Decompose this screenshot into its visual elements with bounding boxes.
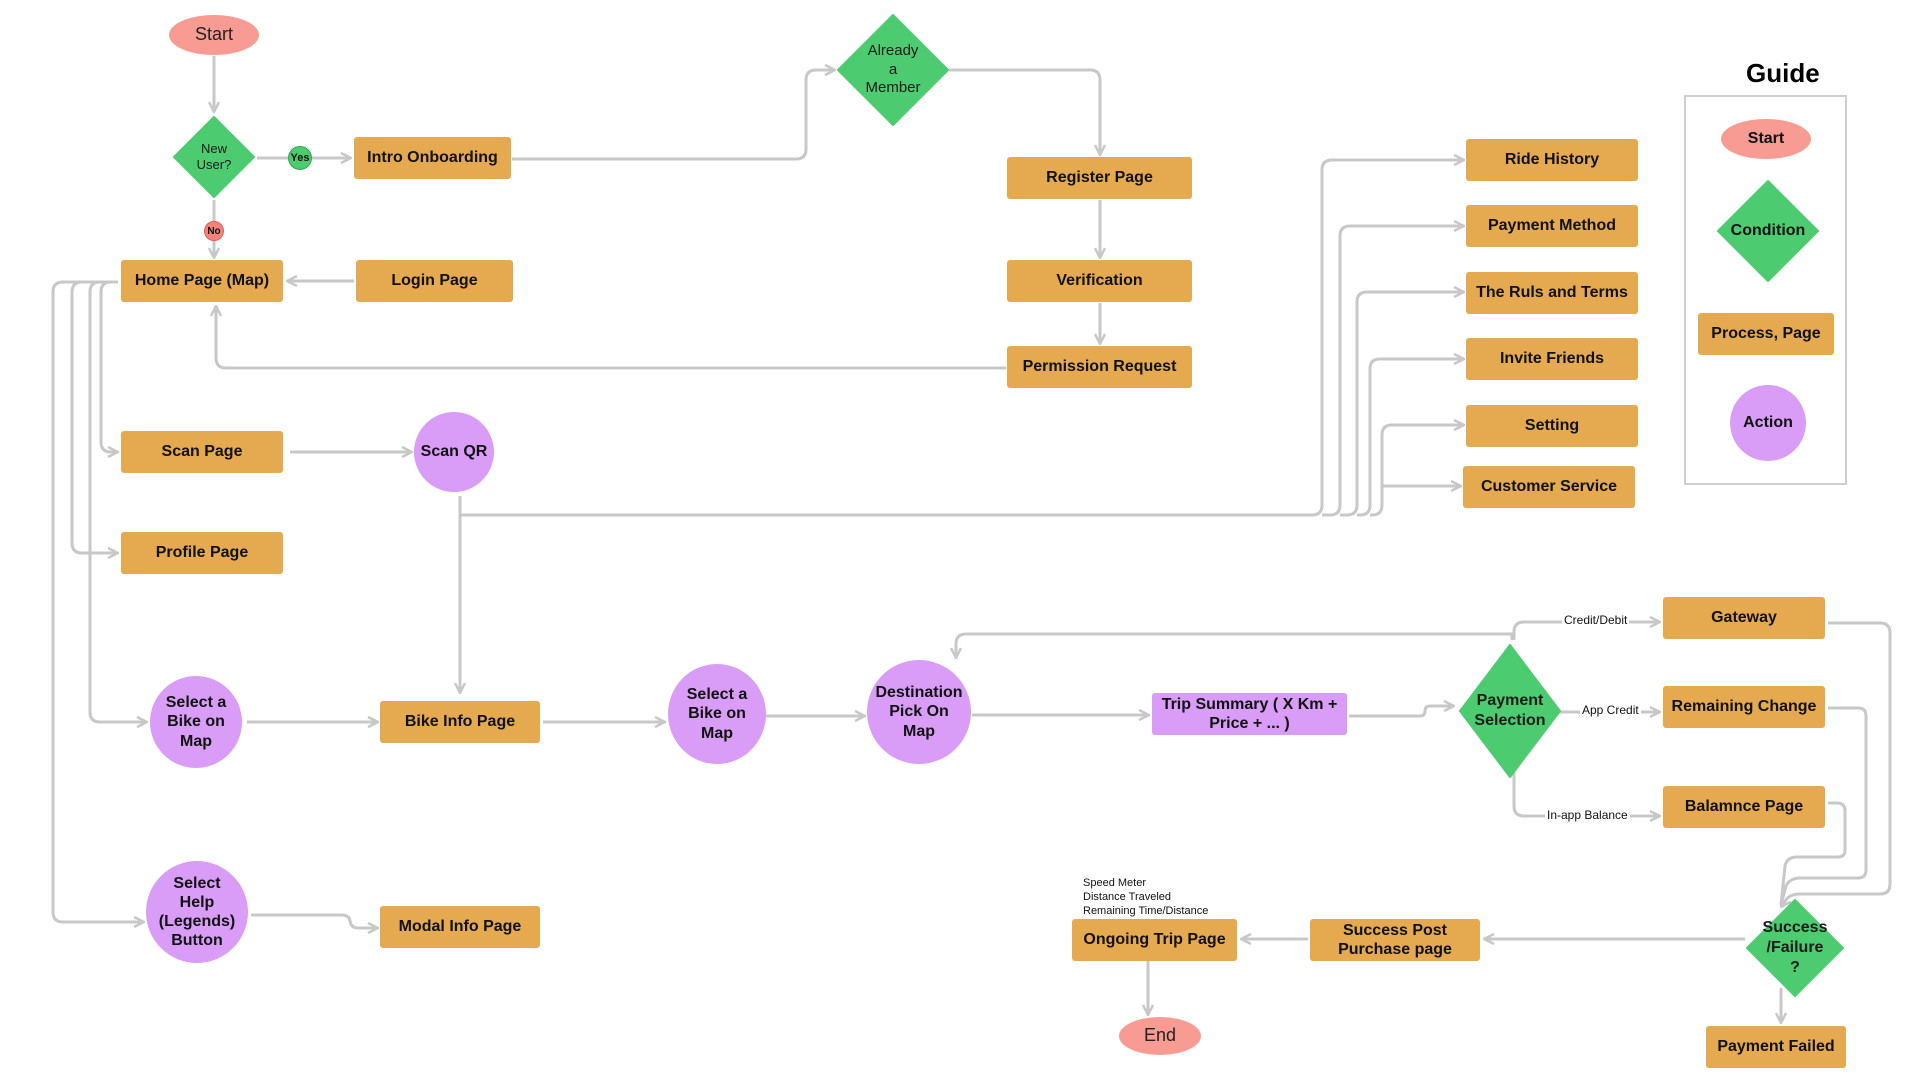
edge-gateway-result — [1781, 621, 1892, 907]
verification-page[interactable]: Verification — [1007, 260, 1192, 302]
edge-home-help — [51, 280, 144, 922]
guide-process-shape: Process, Page — [1698, 313, 1834, 355]
start-node[interactable]: Start — [169, 15, 259, 55]
gateway-page[interactable]: Gateway — [1663, 597, 1825, 639]
app-credit-label: App Credit — [1580, 703, 1641, 717]
scan-qr-action[interactable]: Scan QR — [414, 412, 494, 492]
guide-start-shape: Start — [1721, 119, 1811, 159]
modal-info-page[interactable]: Modal Info Page — [380, 906, 540, 948]
setting-page[interactable]: Setting — [1466, 405, 1638, 447]
edge-home-profile — [70, 280, 118, 553]
edge-home-selectbike — [88, 280, 147, 722]
end-node[interactable]: End — [1119, 1017, 1201, 1055]
edge-scanqr-rules — [1340, 292, 1464, 517]
new-user-label: New User? — [196, 140, 232, 172]
balance-page[interactable]: Balamnce Page — [1663, 786, 1825, 828]
guide-legend: Start Condition Process, Page Action — [1684, 95, 1847, 485]
trip-summary-action[interactable]: Trip Summary ( X Km + Price + ... ) — [1152, 693, 1347, 735]
ongoing-trip-note: Speed Meter Distance Traveled Remaining … — [1083, 877, 1209, 917]
intro-onboarding-page[interactable]: Intro Onboarding — [354, 137, 511, 179]
edge-help-modal — [251, 913, 378, 928]
login-page[interactable]: Login Page — [356, 260, 513, 302]
no-badge: No — [204, 221, 224, 241]
customer-service-page[interactable]: Customer Service — [1463, 466, 1635, 508]
guide-action-shape: Action — [1730, 385, 1806, 461]
payment-selection-label: Payment Selection — [1474, 692, 1546, 729]
already-member-condition[interactable]: Already a Member — [836, 13, 950, 127]
ongoing-trip-page[interactable]: Ongoing Trip Page — [1072, 919, 1237, 961]
edge-permission-home — [216, 306, 1006, 370]
profile-page[interactable]: Profile Page — [121, 532, 283, 574]
edge-intro-member — [512, 70, 835, 161]
destination-pick-action[interactable]: Destination Pick On Map — [867, 660, 971, 764]
select-bike-on-map-action[interactable]: Select a Bike on Map — [150, 676, 242, 768]
edge-scanqr-ridehistory — [460, 160, 1464, 517]
payment-selection-condition[interactable]: Payment Selection — [1458, 643, 1562, 779]
ride-history-page[interactable]: Ride History — [1466, 139, 1638, 181]
success-failure-label: Success /Failure ? — [1762, 919, 1828, 976]
edge-home-scanpage — [99, 280, 118, 452]
register-page[interactable]: Register Page — [1007, 157, 1192, 199]
edge-scanqr-setting — [1370, 425, 1464, 517]
already-member-label: Already a Member — [865, 41, 921, 97]
guide-condition-shape: Condition — [1716, 179, 1820, 283]
yes-badge: Yes — [288, 146, 312, 170]
success-post-purchase-page[interactable]: Success Post Purchase page — [1310, 919, 1480, 961]
bike-info-page[interactable]: Bike Info Page — [380, 701, 540, 743]
success-failure-condition[interactable]: Success /Failure ? — [1745, 898, 1845, 998]
select-bike-on-map-action-2[interactable]: Select a Bike on Map — [668, 664, 766, 764]
payment-failed-page[interactable]: Payment Failed — [1706, 1026, 1846, 1068]
edge-tripsummary-payment — [1349, 706, 1454, 718]
in-app-balance-label: In-app Balance — [1545, 808, 1630, 822]
guide-title: Guide — [1746, 58, 1820, 88]
rules-terms-page[interactable]: The Ruls and Terms — [1466, 272, 1638, 314]
home-page[interactable]: Home Page (Map) — [121, 260, 283, 302]
edge-payment-destination — [956, 632, 1514, 658]
edge-scanqr-paymentmethod — [1322, 226, 1464, 517]
permission-request-page[interactable]: Permission Request — [1007, 346, 1192, 388]
credit-debit-label: Credit/Debit — [1562, 613, 1630, 627]
invite-friends-page[interactable]: Invite Friends — [1466, 338, 1638, 380]
guide-condition-label: Condition — [1730, 222, 1806, 239]
new-user-condition[interactable]: New User? — [172, 115, 256, 199]
edge-scanqr-invite — [1357, 359, 1464, 517]
edge-member-register — [949, 68, 1100, 155]
scan-page[interactable]: Scan Page — [121, 431, 283, 473]
payment-method-page[interactable]: Payment Method — [1466, 205, 1638, 247]
remaining-change-page[interactable]: Remaining Change — [1663, 686, 1825, 728]
select-help-action[interactable]: Select Help (Legends) Button — [146, 861, 248, 963]
